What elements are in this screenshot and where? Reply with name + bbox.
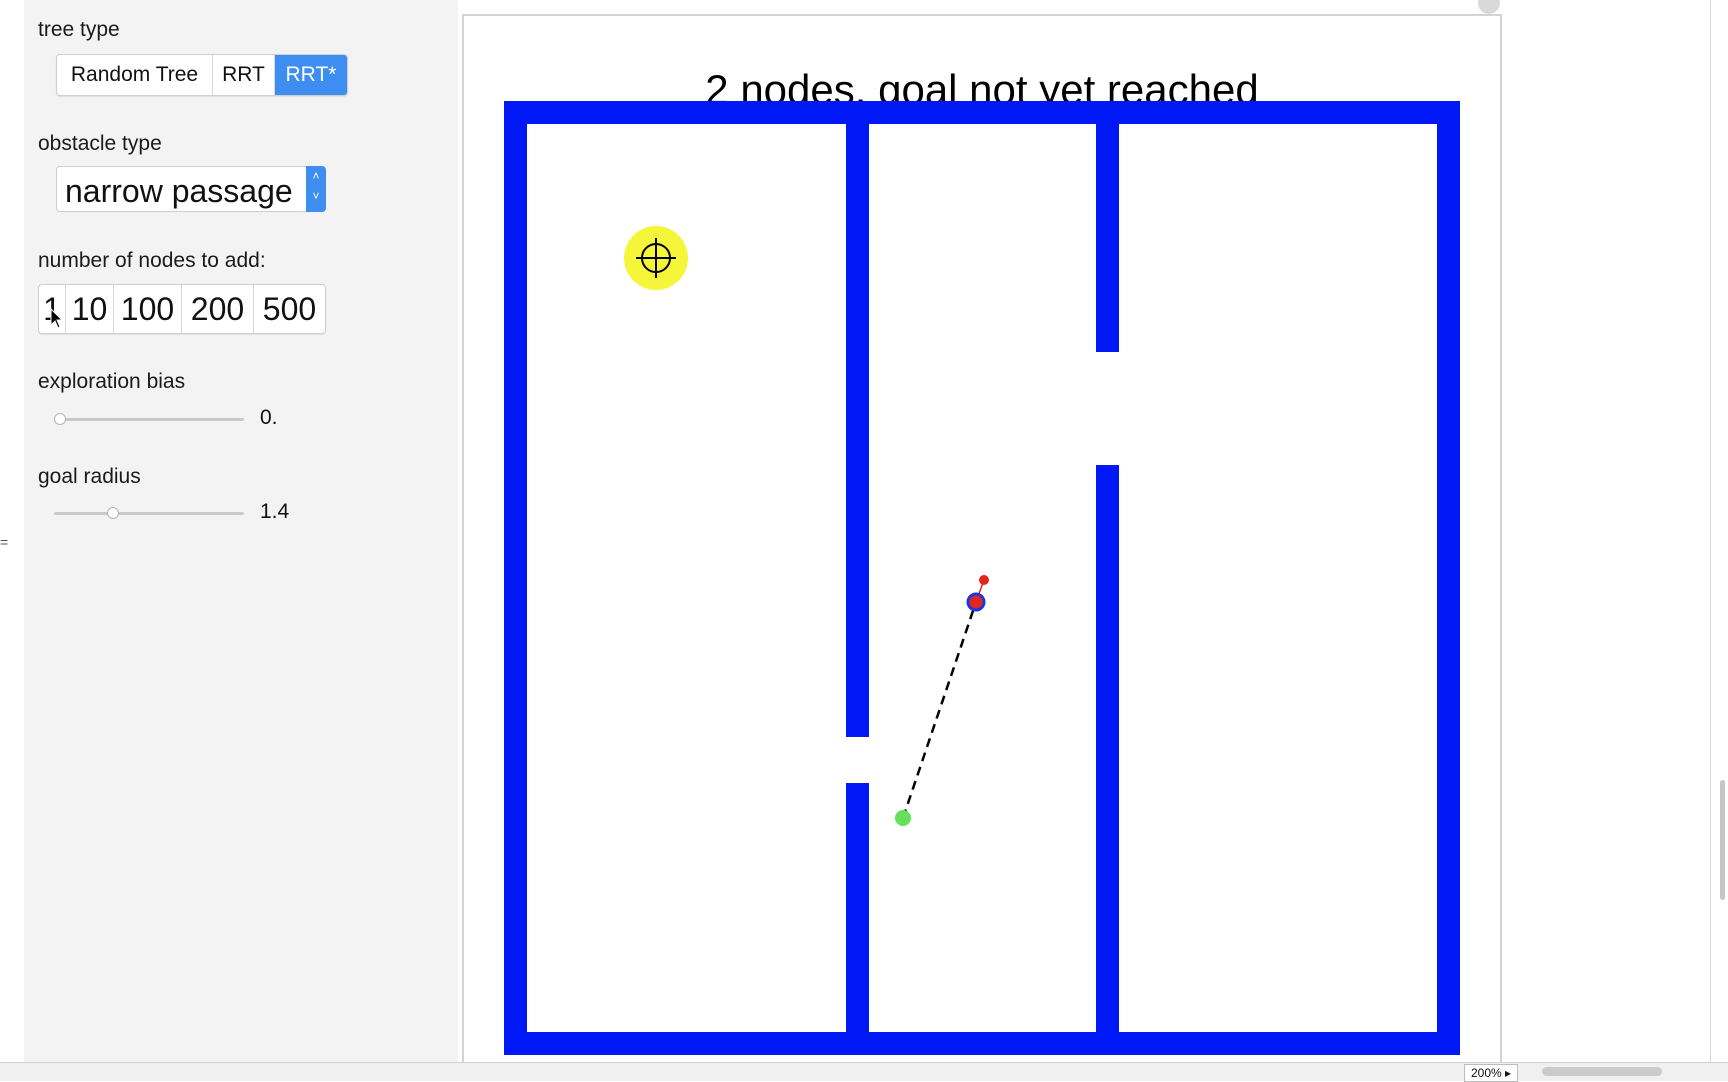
- tree-type-rrt-star-button[interactable]: RRT*: [275, 55, 347, 95]
- inner-wall-left-upper: [846, 116, 869, 737]
- inner-wall-right-upper: [1096, 116, 1119, 352]
- cell-bracket-icon: =: [0, 534, 9, 550]
- tree-type-setter: Random Tree RRT RRT*: [56, 54, 348, 96]
- add-200-nodes-button[interactable]: 200: [182, 285, 254, 333]
- add-100-nodes-button[interactable]: 100: [114, 285, 182, 333]
- outer-wall-top: [504, 101, 1460, 124]
- vertical-scrollbar[interactable]: [1720, 780, 1725, 900]
- exploration-bias-value: 0.: [260, 406, 278, 429]
- obstacle-type-value: narrow passage: [65, 173, 293, 209]
- obstacle-type-popup-menu[interactable]: narrow passage ˄ ˅: [56, 166, 326, 212]
- close-graphic-icon[interactable]: [1478, 0, 1500, 14]
- status-bar: 200% ▸: [0, 1062, 1728, 1082]
- add-500-nodes-button[interactable]: 500: [254, 285, 325, 333]
- chevron-up-down-icon: ˄ ˅: [306, 166, 326, 212]
- zoom-level-value: 200%: [1471, 1066, 1502, 1080]
- nodes-to-add-label: number of nodes to add:: [38, 249, 266, 272]
- add-10-nodes-button[interactable]: 10: [66, 285, 114, 333]
- rrt-plot: [504, 101, 1460, 1055]
- goal-radius-value: 1.4: [260, 500, 290, 523]
- outer-wall-left: [504, 101, 527, 1055]
- exploration-bias-slider[interactable]: [54, 413, 244, 425]
- goal-radius-slider[interactable]: [54, 507, 244, 519]
- inner-wall-right-lower: [1096, 465, 1119, 1043]
- tree-type-random-tree-button[interactable]: Random Tree: [57, 55, 213, 95]
- control-panel: tree type Random Tree RRT RRT* obstacle …: [24, 0, 458, 1062]
- tree-type-label: tree type: [38, 18, 120, 41]
- tree-edge: [901, 601, 978, 819]
- right-gutter: [1508, 0, 1728, 1062]
- outer-wall-bottom: [504, 1032, 1460, 1055]
- goal-radius-slider-thumb[interactable]: [107, 507, 120, 519]
- outer-wall-right: [1437, 101, 1460, 1055]
- goal-radius-label: goal radius: [38, 465, 141, 488]
- inner-wall-left-lower: [846, 783, 869, 1043]
- horizontal-scrollbar[interactable]: [1542, 1067, 1662, 1076]
- mouse-pointer-icon: [50, 308, 64, 329]
- start-node: [895, 810, 911, 826]
- zoom-level-menu[interactable]: 200% ▸: [1464, 1064, 1519, 1082]
- nodes-to-add-buttons: 1 10 100 200 500: [38, 284, 326, 334]
- left-gutter: =: [0, 0, 24, 1062]
- sample-point: [979, 575, 989, 585]
- tree-type-rrt-button[interactable]: RRT: [213, 55, 275, 95]
- rrt-plot-frame: 2 nodes, goal not yet reached: [462, 14, 1502, 1074]
- tree-node: [966, 592, 986, 612]
- obstacle-type-label: obstacle type: [38, 132, 162, 155]
- cell-divider: [1710, 0, 1711, 1062]
- exploration-bias-label: exploration bias: [38, 370, 186, 393]
- exploration-bias-slider-thumb[interactable]: [54, 413, 66, 425]
